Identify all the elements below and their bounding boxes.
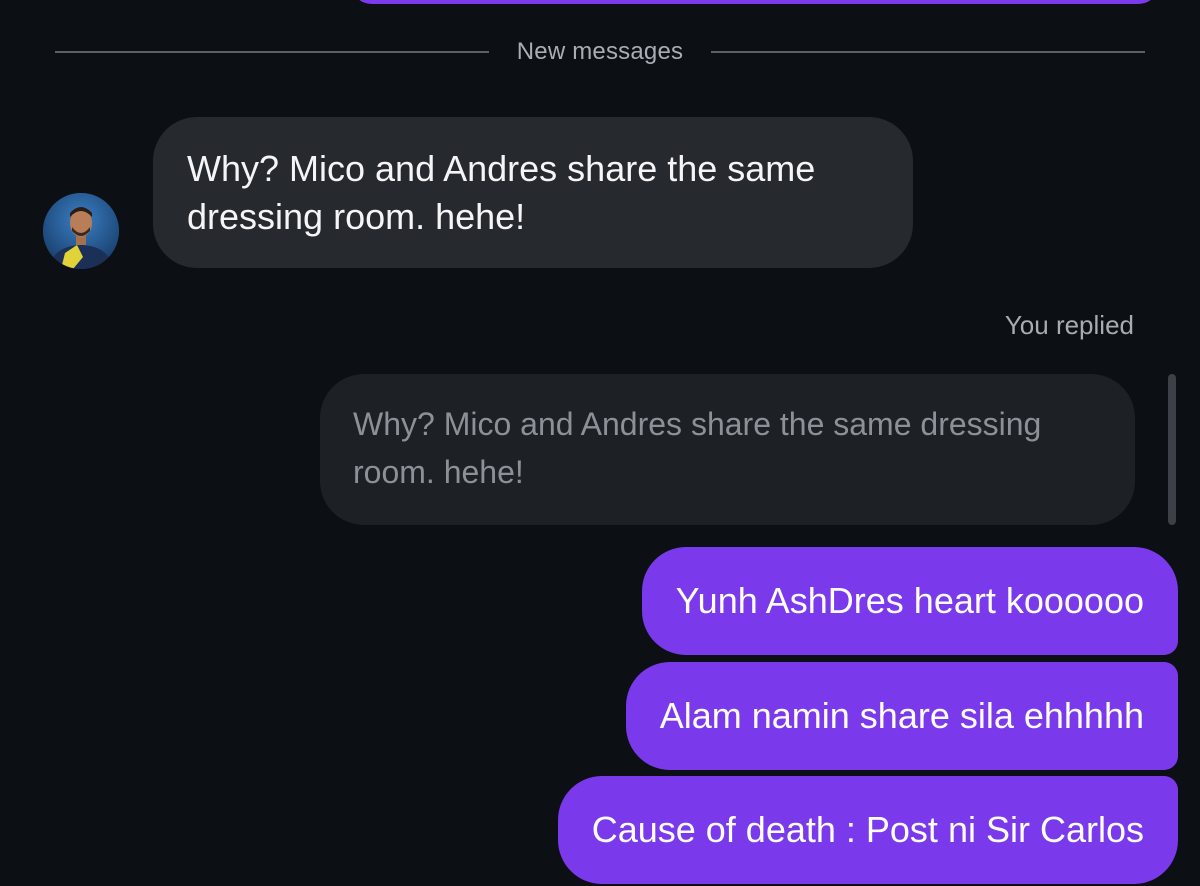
outgoing-message-bubble[interactable]: Alam namin share sila ehhhhh: [625, 662, 1178, 770]
outgoing-message-bubble[interactable]: Cause of death : Post ni Sir Carlos: [557, 776, 1178, 884]
previous-outgoing-bubble[interactable]: [350, 0, 1160, 4]
avatar-image: [43, 193, 119, 269]
new-messages-divider: New messages: [55, 36, 1145, 68]
reply-quote-bar: [1168, 374, 1176, 525]
divider-line-left: [55, 51, 489, 53]
quoted-message-text: Why? Mico and Andres share the same dres…: [353, 406, 1042, 490]
divider-line-right: [711, 51, 1145, 53]
you-replied-label: You replied: [1004, 310, 1134, 340]
new-messages-label: New messages: [516, 38, 684, 65]
outgoing-message-bubble[interactable]: Yunh AshDres heart koooooo: [641, 547, 1178, 655]
quoted-message-bubble[interactable]: Why? Mico and Andres share the same dres…: [320, 374, 1135, 525]
outgoing-message-text: Alam namin share sila ehhhhh: [659, 695, 1144, 736]
incoming-message-bubble[interactable]: Why? Mico and Andres share the same dres…: [153, 117, 913, 268]
incoming-message-text: Why? Mico and Andres share the same dres…: [187, 148, 816, 237]
sender-avatar[interactable]: [43, 193, 119, 269]
outgoing-message-text: Cause of death : Post ni Sir Carlos: [591, 809, 1144, 850]
outgoing-message-text: Yunh AshDres heart koooooo: [675, 580, 1144, 621]
